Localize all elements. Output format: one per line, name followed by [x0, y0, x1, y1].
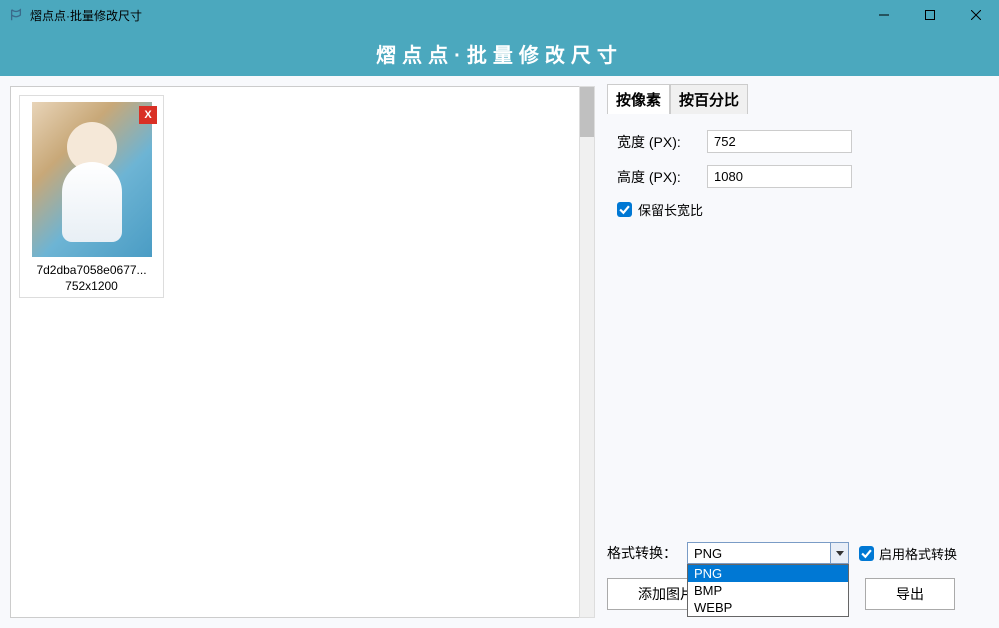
- keep-ratio-label: 保留长宽比: [638, 200, 703, 219]
- format-row: 格式转换： PNG BMP WEBP 启用格式转: [607, 542, 987, 564]
- minimize-button[interactable]: [861, 0, 907, 30]
- tab-by-pixel[interactable]: 按像素: [607, 84, 670, 114]
- window-controls: [861, 0, 999, 30]
- width-input[interactable]: [707, 130, 852, 153]
- format-combobox[interactable]: PNG BMP WEBP: [687, 542, 849, 564]
- bottom-section: 格式转换： PNG BMP WEBP 启用格式转: [607, 542, 987, 620]
- tab-by-percent[interactable]: 按百分比: [670, 84, 748, 114]
- remove-image-button[interactable]: X: [139, 106, 157, 124]
- main-content: X 7d2dba7058e0677... 752x1200 按像素 按百分比 宽…: [0, 76, 999, 628]
- keep-ratio-row: 保留长宽比: [617, 200, 977, 219]
- enable-format-row: 启用格式转换: [859, 544, 957, 563]
- left-panel: X 7d2dba7058e0677... 752x1200: [0, 76, 595, 628]
- tabs: 按像素 按百分比: [607, 84, 987, 114]
- header-title: 熠点点·批量修改尺寸: [376, 39, 623, 68]
- maximize-button[interactable]: [907, 0, 953, 30]
- image-filename: 7d2dba7058e0677...: [20, 261, 163, 279]
- width-label: 宽度 (PX):: [617, 132, 697, 152]
- width-row: 宽度 (PX):: [617, 130, 977, 153]
- image-list: X 7d2dba7058e0677... 752x1200: [10, 86, 585, 618]
- right-panel: 按像素 按百分比 宽度 (PX): 高度 (PX): 保留长宽比 格式转换：: [595, 76, 999, 628]
- titlebar: 熠点点·批量修改尺寸: [0, 0, 999, 30]
- keep-ratio-checkbox[interactable]: [617, 202, 632, 217]
- tab-content: 宽度 (PX): 高度 (PX): 保留长宽比: [607, 114, 987, 235]
- scrollbar[interactable]: [579, 86, 595, 618]
- dropdown-option-bmp[interactable]: BMP: [688, 582, 848, 599]
- close-button[interactable]: [953, 0, 999, 30]
- titlebar-left: 熠点点·批量修改尺寸: [8, 7, 142, 24]
- format-dropdown: PNG BMP WEBP: [687, 564, 849, 617]
- chevron-down-icon[interactable]: [830, 543, 848, 563]
- format-label: 格式转换：: [607, 543, 677, 563]
- dropdown-option-webp[interactable]: WEBP: [688, 599, 848, 616]
- format-input[interactable]: [687, 542, 849, 564]
- height-row: 高度 (PX):: [617, 165, 977, 188]
- scrollbar-thumb[interactable]: [580, 87, 594, 137]
- app-icon: [8, 7, 24, 23]
- image-dimensions: 752x1200: [20, 279, 163, 297]
- image-item[interactable]: X 7d2dba7058e0677... 752x1200: [19, 95, 164, 298]
- app-header: 熠点点·批量修改尺寸: [0, 30, 999, 76]
- dropdown-option-png[interactable]: PNG: [688, 565, 848, 582]
- enable-format-checkbox[interactable]: [859, 546, 874, 561]
- height-input[interactable]: [707, 165, 852, 188]
- enable-format-label: 启用格式转换: [879, 544, 957, 563]
- export-button[interactable]: 导出: [865, 578, 955, 610]
- image-thumbnail: [32, 102, 152, 257]
- window-title: 熠点点·批量修改尺寸: [30, 7, 142, 24]
- height-label: 高度 (PX):: [617, 167, 697, 187]
